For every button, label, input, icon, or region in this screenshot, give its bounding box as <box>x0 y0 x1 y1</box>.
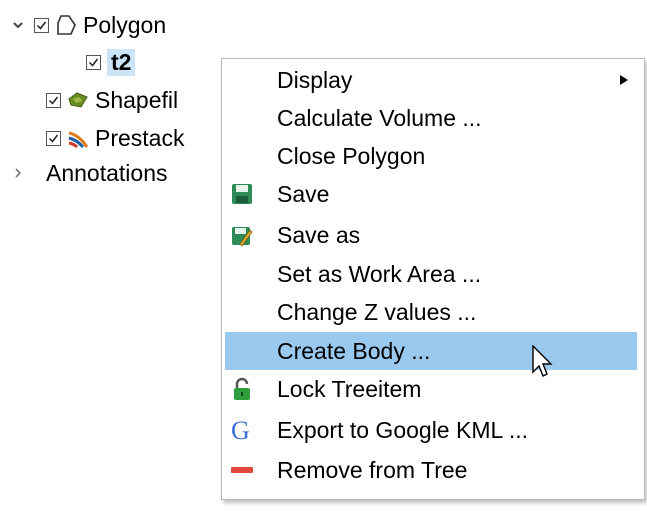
mouse-cursor-icon <box>532 344 554 379</box>
menu-item-label: Remove from Tree <box>277 456 468 483</box>
svg-text:G: G <box>231 417 250 443</box>
menu-item-lock-treeitem[interactable]: Lock Treeitem <box>222 370 644 408</box>
menu-item-save[interactable]: Save <box>222 175 644 213</box>
menu-item-label: Calculate Volume ... <box>277 104 482 131</box>
tree-item-shapefile[interactable]: Shapefil <box>46 83 178 117</box>
tree-item-label: t2 <box>107 48 136 76</box>
menu-item-calculate-volume[interactable]: Calculate Volume ... <box>222 99 644 137</box>
tree-item-annotations[interactable]: Annotations <box>8 156 167 190</box>
context-menu: Display Calculate Volume ... Close Polyg… <box>221 58 645 500</box>
shapefile-checkbox[interactable] <box>46 92 61 108</box>
menu-item-change-z-values[interactable]: Change Z values ... <box>222 293 644 331</box>
menu-item-close-polygon[interactable]: Close Polygon <box>222 137 644 175</box>
remove-icon <box>230 458 254 482</box>
lock-icon <box>230 377 254 401</box>
tree-item-prestack[interactable]: Prestack <box>46 121 184 155</box>
save-as-icon <box>230 223 254 247</box>
polygon-icon <box>55 14 77 36</box>
polygon-checkbox[interactable] <box>34 17 49 33</box>
menu-item-export-kml[interactable]: G Export to Google KML ... <box>222 411 644 449</box>
submenu-arrow-icon <box>620 72 628 88</box>
google-icon: G <box>230 417 254 443</box>
menu-item-label: Save as <box>277 221 361 248</box>
prestack-icon <box>67 127 89 149</box>
menu-item-create-body[interactable]: Create Body ... <box>225 332 637 370</box>
menu-item-remove-from-tree[interactable]: Remove from Tree <box>222 451 644 489</box>
tree-item-polygon[interactable]: Polygon <box>8 8 166 42</box>
menu-item-label: Change Z values ... <box>277 298 477 325</box>
tree-item-label: Shapefil <box>95 86 179 113</box>
chevron-down-icon[interactable] <box>8 19 28 31</box>
shapefile-icon <box>67 89 89 111</box>
tree-item-label: Polygon <box>83 11 167 38</box>
menu-item-set-work-area[interactable]: Set as Work Area ... <box>222 255 644 293</box>
tree-item-label: Prestack <box>95 124 185 151</box>
menu-item-label: Set as Work Area ... <box>277 260 482 287</box>
tree-item-t2[interactable]: t2 <box>86 45 136 79</box>
menu-item-label: Create Body ... <box>277 337 431 364</box>
save-icon <box>230 182 254 206</box>
prestack-checkbox[interactable] <box>46 130 61 146</box>
menu-item-label: Lock Treeitem <box>277 375 422 402</box>
menu-item-label: Close Polygon <box>277 142 426 169</box>
chevron-right-icon[interactable] <box>8 167 28 179</box>
tree-item-label: Annotations <box>46 159 168 186</box>
t2-checkbox[interactable] <box>86 54 101 70</box>
menu-item-label: Export to Google KML ... <box>277 416 528 443</box>
menu-item-label: Save <box>277 180 330 207</box>
menu-item-save-as[interactable]: Save as <box>222 216 644 254</box>
menu-item-display[interactable]: Display <box>222 61 644 99</box>
menu-item-label: Display <box>277 66 353 93</box>
